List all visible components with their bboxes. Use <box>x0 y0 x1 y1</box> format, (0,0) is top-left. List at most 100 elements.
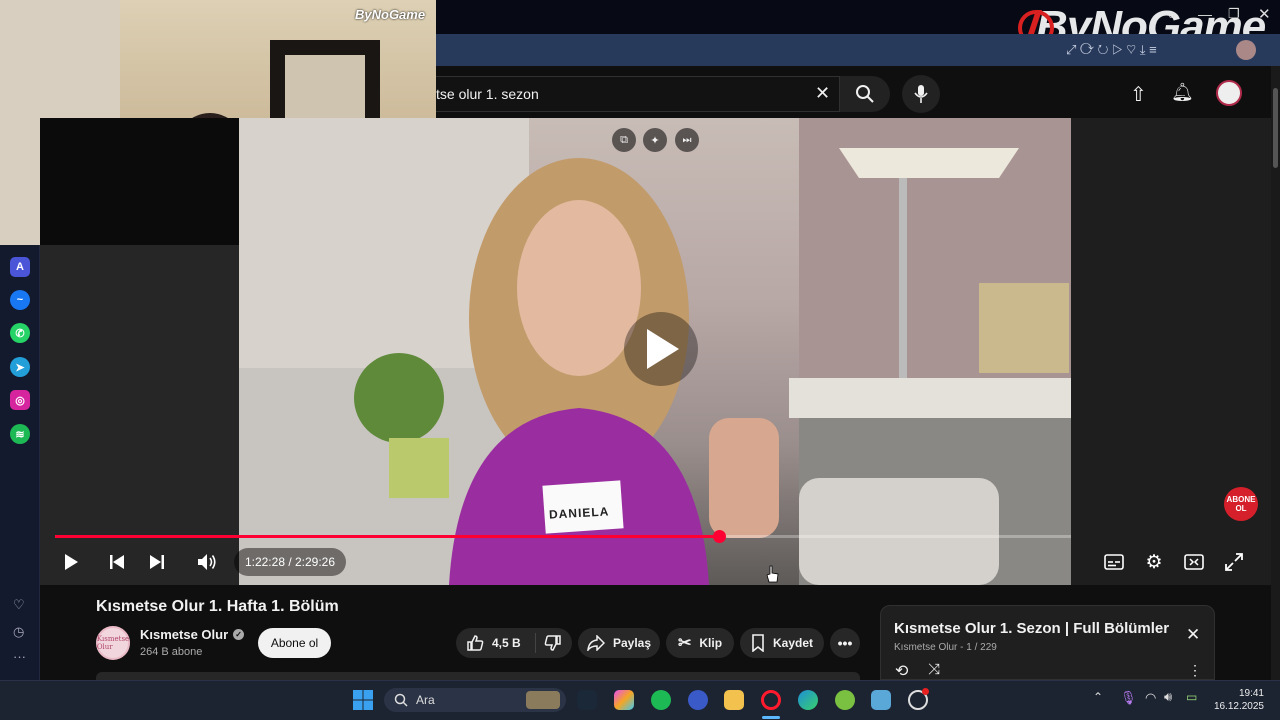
bookmark-icon <box>752 634 764 652</box>
clip-button[interactable]: ✂ Klip <box>666 628 734 658</box>
clear-search-icon[interactable]: ✕ <box>815 83 830 104</box>
ai-sparkle-icon[interactable]: ✦ <box>643 128 667 152</box>
taskbar-search[interactable]: Ara <box>384 688 566 712</box>
steam-icon[interactable] <box>577 690 597 710</box>
favorites-icon[interactable]: ♡ <box>13 597 25 613</box>
next-button[interactable] <box>143 548 171 576</box>
subscribe-watermark-badge[interactable]: ABONE OL <box>1224 487 1258 521</box>
fullscreen-button[interactable] <box>1220 548 1248 576</box>
theater-icon <box>1184 554 1204 570</box>
page-scrollbar[interactable] <box>1271 66 1280 680</box>
skip-icon[interactable]: ⏭ <box>675 128 699 152</box>
microphone-icon <box>914 85 928 103</box>
previous-icon <box>110 555 124 569</box>
app-circle-icon[interactable] <box>688 690 708 710</box>
instagram-icon[interactable]: ◎ <box>10 390 30 410</box>
scissors-icon: ✂ <box>677 635 692 652</box>
toolbar-extension-icons[interactable]: ⤢ ⟳ ↻ ▷ ♡ ⤓ ≡ <box>1066 42 1157 58</box>
copilot-icon[interactable] <box>614 690 634 710</box>
loop-icon[interactable]: ⟲ <box>895 661 908 681</box>
share-button[interactable]: Paylaş <box>578 628 660 658</box>
like-icon[interactable] <box>466 634 484 652</box>
dislike-icon[interactable] <box>544 634 562 652</box>
play-icon <box>647 329 679 369</box>
volume-icon <box>198 554 216 570</box>
maximize-icon[interactable]: ❐ <box>1228 6 1240 22</box>
more-icon[interactable]: ··· <box>13 649 26 664</box>
whatsapp-icon[interactable]: ✆ <box>10 323 30 343</box>
scrollbar-thumb[interactable] <box>1273 88 1278 168</box>
history-icon[interactable]: ◷ <box>13 624 24 640</box>
miniplayer-icon[interactable]: ⧉ <box>612 128 636 152</box>
like-count[interactable]: 4,5 B <box>492 636 521 650</box>
subscriber-count: 264 B abone <box>140 646 203 658</box>
like-divider <box>534 633 536 653</box>
notifications-icon[interactable]: 🔔︎ <box>1171 82 1194 103</box>
recording-indicator <box>922 688 929 695</box>
volume-button[interactable] <box>193 548 221 576</box>
account-avatar[interactable] <box>1216 80 1242 106</box>
playlist-channel[interactable]: Kısmetse Olur <box>894 642 957 653</box>
search-icon <box>856 85 874 103</box>
tray-microphone-icon[interactable]: 🎙︎ <box>1120 690 1137 706</box>
taskbar-clock[interactable]: 19:41 16.12.2025 <box>1212 687 1264 713</box>
video-title: Kısmetse Olur 1. Hafta 1. Bölüm <box>96 598 339 615</box>
utorrent-icon[interactable] <box>835 690 855 710</box>
verified-icon: ✓ <box>233 629 245 640</box>
like-dislike-group: 4,5 B <box>456 628 572 658</box>
playlist-position: 1 / 229 <box>966 642 997 653</box>
wifi-icon[interactable]: ◠ <box>1145 690 1156 706</box>
big-play-button[interactable] <box>624 312 698 386</box>
close-playlist-icon[interactable]: ✕ <box>1186 625 1200 645</box>
fullscreen-icon <box>1225 553 1243 571</box>
mouse-cursor-icon <box>766 565 779 583</box>
restore-icon[interactable]: — <box>1198 6 1212 22</box>
minimize-icon[interactable]: ○ <box>1168 8 1175 22</box>
theater-mode-button[interactable] <box>1180 548 1208 576</box>
channel-avatar[interactable]: Kısmetse Olur <box>96 626 130 660</box>
subtitles-button[interactable] <box>1100 548 1128 576</box>
channel-name[interactable]: Kısmetse Olur <box>140 627 228 642</box>
subscribe-button[interactable]: Abone ol <box>258 628 331 658</box>
voice-search-button[interactable] <box>902 75 940 113</box>
shuffle-icon[interactable]: ⤨ <box>928 661 940 678</box>
sidebar-dock: A ~ ✆ ➤ ◎ ≋ ♡ ◷ ··· <box>0 245 40 680</box>
more-actions-button[interactable]: ••• <box>830 628 860 658</box>
tray-chevron-icon[interactable]: ⌃ <box>1093 690 1103 704</box>
windows-start-icon[interactable] <box>352 689 374 711</box>
browser-toolbar: ⤢ ⟳ ↻ ▷ ♡ ⤓ ≡ <box>436 34 1280 66</box>
save-button[interactable]: Kaydet <box>740 628 824 658</box>
playlist-menu-icon[interactable]: ⋮ <box>1188 662 1202 679</box>
settings-icon[interactable]: ⚙ <box>1140 548 1168 576</box>
playlist-meta: Kısmetse Olur - 1 / 229 <box>894 642 997 653</box>
previous-button[interactable] <box>103 548 131 576</box>
share-label: Paylaş <box>612 636 652 650</box>
upload-icon[interactable]: ⇧ <box>1130 82 1147 107</box>
telegram-icon[interactable]: ➤ <box>10 357 30 377</box>
taskbar <box>0 680 1280 720</box>
app-grid-icon[interactable] <box>871 690 891 710</box>
file-explorer-icon[interactable] <box>724 690 744 710</box>
search-query: tse olur 1. sezon <box>436 86 539 102</box>
playlist-title[interactable]: Kısmetse Olur 1. Sezon | Full Bölümler <box>894 620 1169 637</box>
opera-gx-icon[interactable] <box>761 690 781 710</box>
edge-icon[interactable] <box>798 690 818 710</box>
close-window-icon[interactable]: ✕ <box>1258 5 1271 23</box>
taskbar-search-placeholder: Ara <box>416 693 435 707</box>
taskbar-spotify-icon[interactable] <box>651 690 671 710</box>
profile-avatar[interactable] <box>1236 40 1256 60</box>
spotify-icon[interactable]: ≋ <box>10 424 30 444</box>
messenger-icon[interactable]: ~ <box>10 290 30 310</box>
time-display: 1:22:28 / 2:29:26 <box>234 548 346 576</box>
clock-time: 19:41 <box>1238 688 1264 699</box>
search-button[interactable] <box>840 76 890 112</box>
description-box[interactable] <box>96 672 860 680</box>
channel-name-row[interactable]: Kısmetse Olur ✓ <box>140 627 245 642</box>
aria-icon[interactable]: A <box>10 257 30 277</box>
search-input[interactable]: tse olur 1. sezon ✕ <box>436 76 840 112</box>
next-icon <box>150 555 164 569</box>
battery-icon[interactable]: ▭ <box>1186 690 1197 704</box>
play-button[interactable] <box>57 548 85 576</box>
speaker-icon[interactable]: 🔊︎ <box>1164 689 1172 705</box>
subtitles-icon <box>1104 554 1124 570</box>
